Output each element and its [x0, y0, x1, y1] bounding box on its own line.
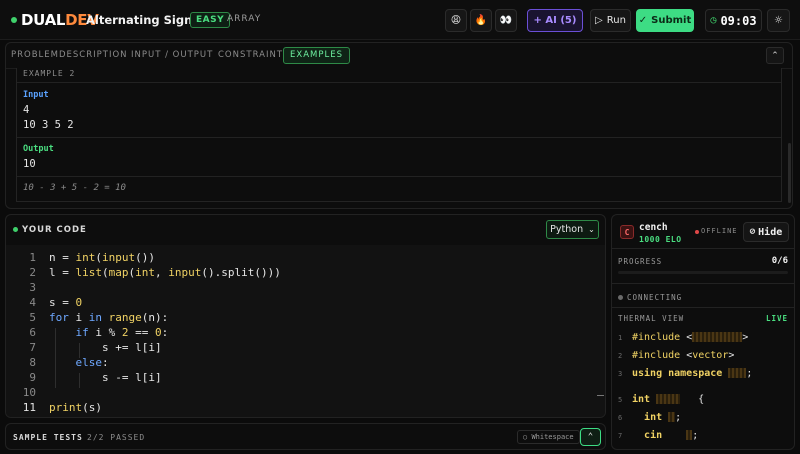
- topic-tag: ARRAY: [227, 14, 262, 24]
- eye-off-icon: ⊘: [749, 227, 756, 237]
- code-line: 8 else:: [29, 356, 109, 369]
- circle-icon: ○: [523, 433, 528, 441]
- countdown-timer: ◷ 09:03: [705, 9, 762, 32]
- divider: [612, 248, 794, 249]
- emote-eyes-button[interactable]: 👀: [495, 9, 517, 32]
- divider: [17, 137, 781, 138]
- problem-panel: PROBLEM DESCRIPTION INPUT / OUTPUT CONST…: [5, 42, 793, 209]
- problem-tabs: PROBLEM DESCRIPTION INPUT / OUTPUT CONST…: [6, 43, 792, 69]
- opponent-status: OFFLINE: [701, 227, 738, 235]
- emote-fire-button[interactable]: 🔥: [470, 9, 492, 32]
- progress-label: PROGRESS: [618, 257, 663, 266]
- check-icon: ✓: [638, 15, 648, 26]
- editor-title: YOUR CODE: [22, 225, 87, 235]
- hide-button-label: Hide: [758, 226, 783, 238]
- code-line: 11 print(s): [22, 401, 102, 414]
- language-value: Python: [550, 224, 584, 235]
- thermal-view-label: THERMAL VIEW: [618, 314, 685, 323]
- example-card: EXAMPLE 2 Input 4 10 3 5 2 Output 10 10 …: [16, 68, 782, 202]
- code-line: 5 for i in range(n):: [29, 311, 169, 324]
- progress-bar: [618, 271, 788, 274]
- live-indicator: LIVE: [765, 314, 788, 323]
- tab-examples[interactable]: EXAMPLES: [283, 47, 350, 64]
- ai-assist-button[interactable]: + AI (5): [527, 9, 583, 32]
- code-line: 7 s += l[i]: [29, 341, 162, 354]
- expand-tests-button[interactable]: ⌃: [580, 428, 601, 446]
- code-line: 3: [29, 281, 36, 294]
- code-line: 10: [22, 386, 36, 399]
- opponent-panel: C cench 1000 ELO OFFLINE ⊘ Hide PROGRESS…: [611, 214, 795, 450]
- code-editor[interactable]: 1n = int(input()) 2l = list(map(int, inp…: [6, 245, 605, 417]
- code-line: 4s = 0: [29, 296, 83, 309]
- thermal-line: 5 int {: [618, 394, 705, 405]
- input-line: 10 3 5 2: [23, 119, 74, 131]
- progress-value: 0/6: [771, 256, 788, 266]
- output-label: Output: [23, 144, 54, 154]
- clock-icon: ◷: [710, 15, 717, 26]
- language-select[interactable]: Python ⌄: [546, 220, 599, 239]
- tab-constraints[interactable]: CONSTRAINTS: [218, 50, 289, 60]
- timer-value: 09:03: [720, 13, 757, 28]
- code-editor-panel: YOUR CODE Python ⌄ 1n = int(input()) 2l …: [5, 214, 606, 418]
- tab-input-output[interactable]: INPUT / OUTPUT: [131, 50, 213, 60]
- editor-scrollbar[interactable]: [597, 395, 604, 396]
- connection-status: CONNECTING: [627, 293, 683, 302]
- editor-header: YOUR CODE Python ⌄: [6, 215, 605, 245]
- example-explanation: 10 - 3 + 5 - 2 = 10: [23, 183, 126, 193]
- top-bar: DUALDEV Alternating Sign Sum EASY ARRAY …: [0, 0, 800, 40]
- whitespace-toggle[interactable]: ○ Whitespace: [517, 430, 580, 444]
- emote-tired-button[interactable]: 😩: [445, 9, 467, 32]
- input-line: 4: [23, 104, 30, 116]
- difficulty-badge: EASY: [190, 12, 231, 28]
- input-label: Input: [23, 90, 49, 100]
- status-dot: [11, 17, 17, 23]
- code-line: 6 if i % 2 == 0:: [29, 326, 169, 339]
- run-button[interactable]: ▷ Run: [590, 9, 631, 32]
- tests-passed-count: 2/2 PASSED: [87, 433, 146, 442]
- theme-toggle-button[interactable]: ☼: [767, 9, 790, 32]
- divider: [612, 307, 794, 308]
- connection-dot: [618, 295, 623, 300]
- chevron-up-icon: ⌃: [587, 432, 594, 442]
- opponent-name: cench: [639, 222, 668, 233]
- play-icon: ▷: [595, 15, 603, 26]
- chevron-down-icon: ⌄: [588, 225, 595, 234]
- hide-opponent-button[interactable]: ⊘ Hide: [743, 222, 789, 242]
- offline-status-dot: [695, 230, 699, 234]
- divider: [612, 283, 794, 284]
- sample-tests-bar: SAMPLE TESTS 2/2 PASSED ○ Whitespace ⌃: [5, 423, 606, 450]
- whitespace-label: Whitespace: [531, 433, 574, 441]
- problem-scrollbar[interactable]: [788, 143, 791, 203]
- thermal-line: 3 using namespace ;: [618, 368, 753, 379]
- code-line: 2l = list(map(int, input().split())): [29, 266, 281, 279]
- submit-button-label: Submit: [651, 15, 692, 26]
- output-line: 10: [23, 158, 36, 170]
- example-heading: EXAMPLE 2: [17, 68, 781, 83]
- chevron-up-icon: ⌃: [771, 50, 779, 61]
- opponent-avatar: C: [620, 225, 634, 239]
- run-button-label: Run: [606, 15, 626, 26]
- divider: [17, 176, 781, 177]
- sample-tests-title: SAMPLE TESTS: [13, 433, 83, 442]
- thermal-line: 2 #include <vector>: [618, 350, 735, 361]
- status-dot: [13, 227, 18, 232]
- thermal-line: 7 cin ;: [618, 430, 699, 441]
- thermal-line: 1 #include < >: [618, 332, 749, 343]
- tab-problem[interactable]: PROBLEM: [11, 50, 59, 60]
- opponent-elo: 1000 ELO: [639, 235, 682, 244]
- tab-description[interactable]: DESCRIPTION: [59, 50, 128, 60]
- collapse-problem-button[interactable]: ⌃: [766, 47, 784, 64]
- sun-icon: ☼: [774, 15, 783, 26]
- code-line: 1n = int(input()): [29, 251, 155, 264]
- code-line: 9 s -= l[i]: [29, 371, 162, 384]
- thermal-line: 6 int ;: [618, 412, 682, 423]
- submit-button[interactable]: ✓ Submit: [636, 9, 694, 32]
